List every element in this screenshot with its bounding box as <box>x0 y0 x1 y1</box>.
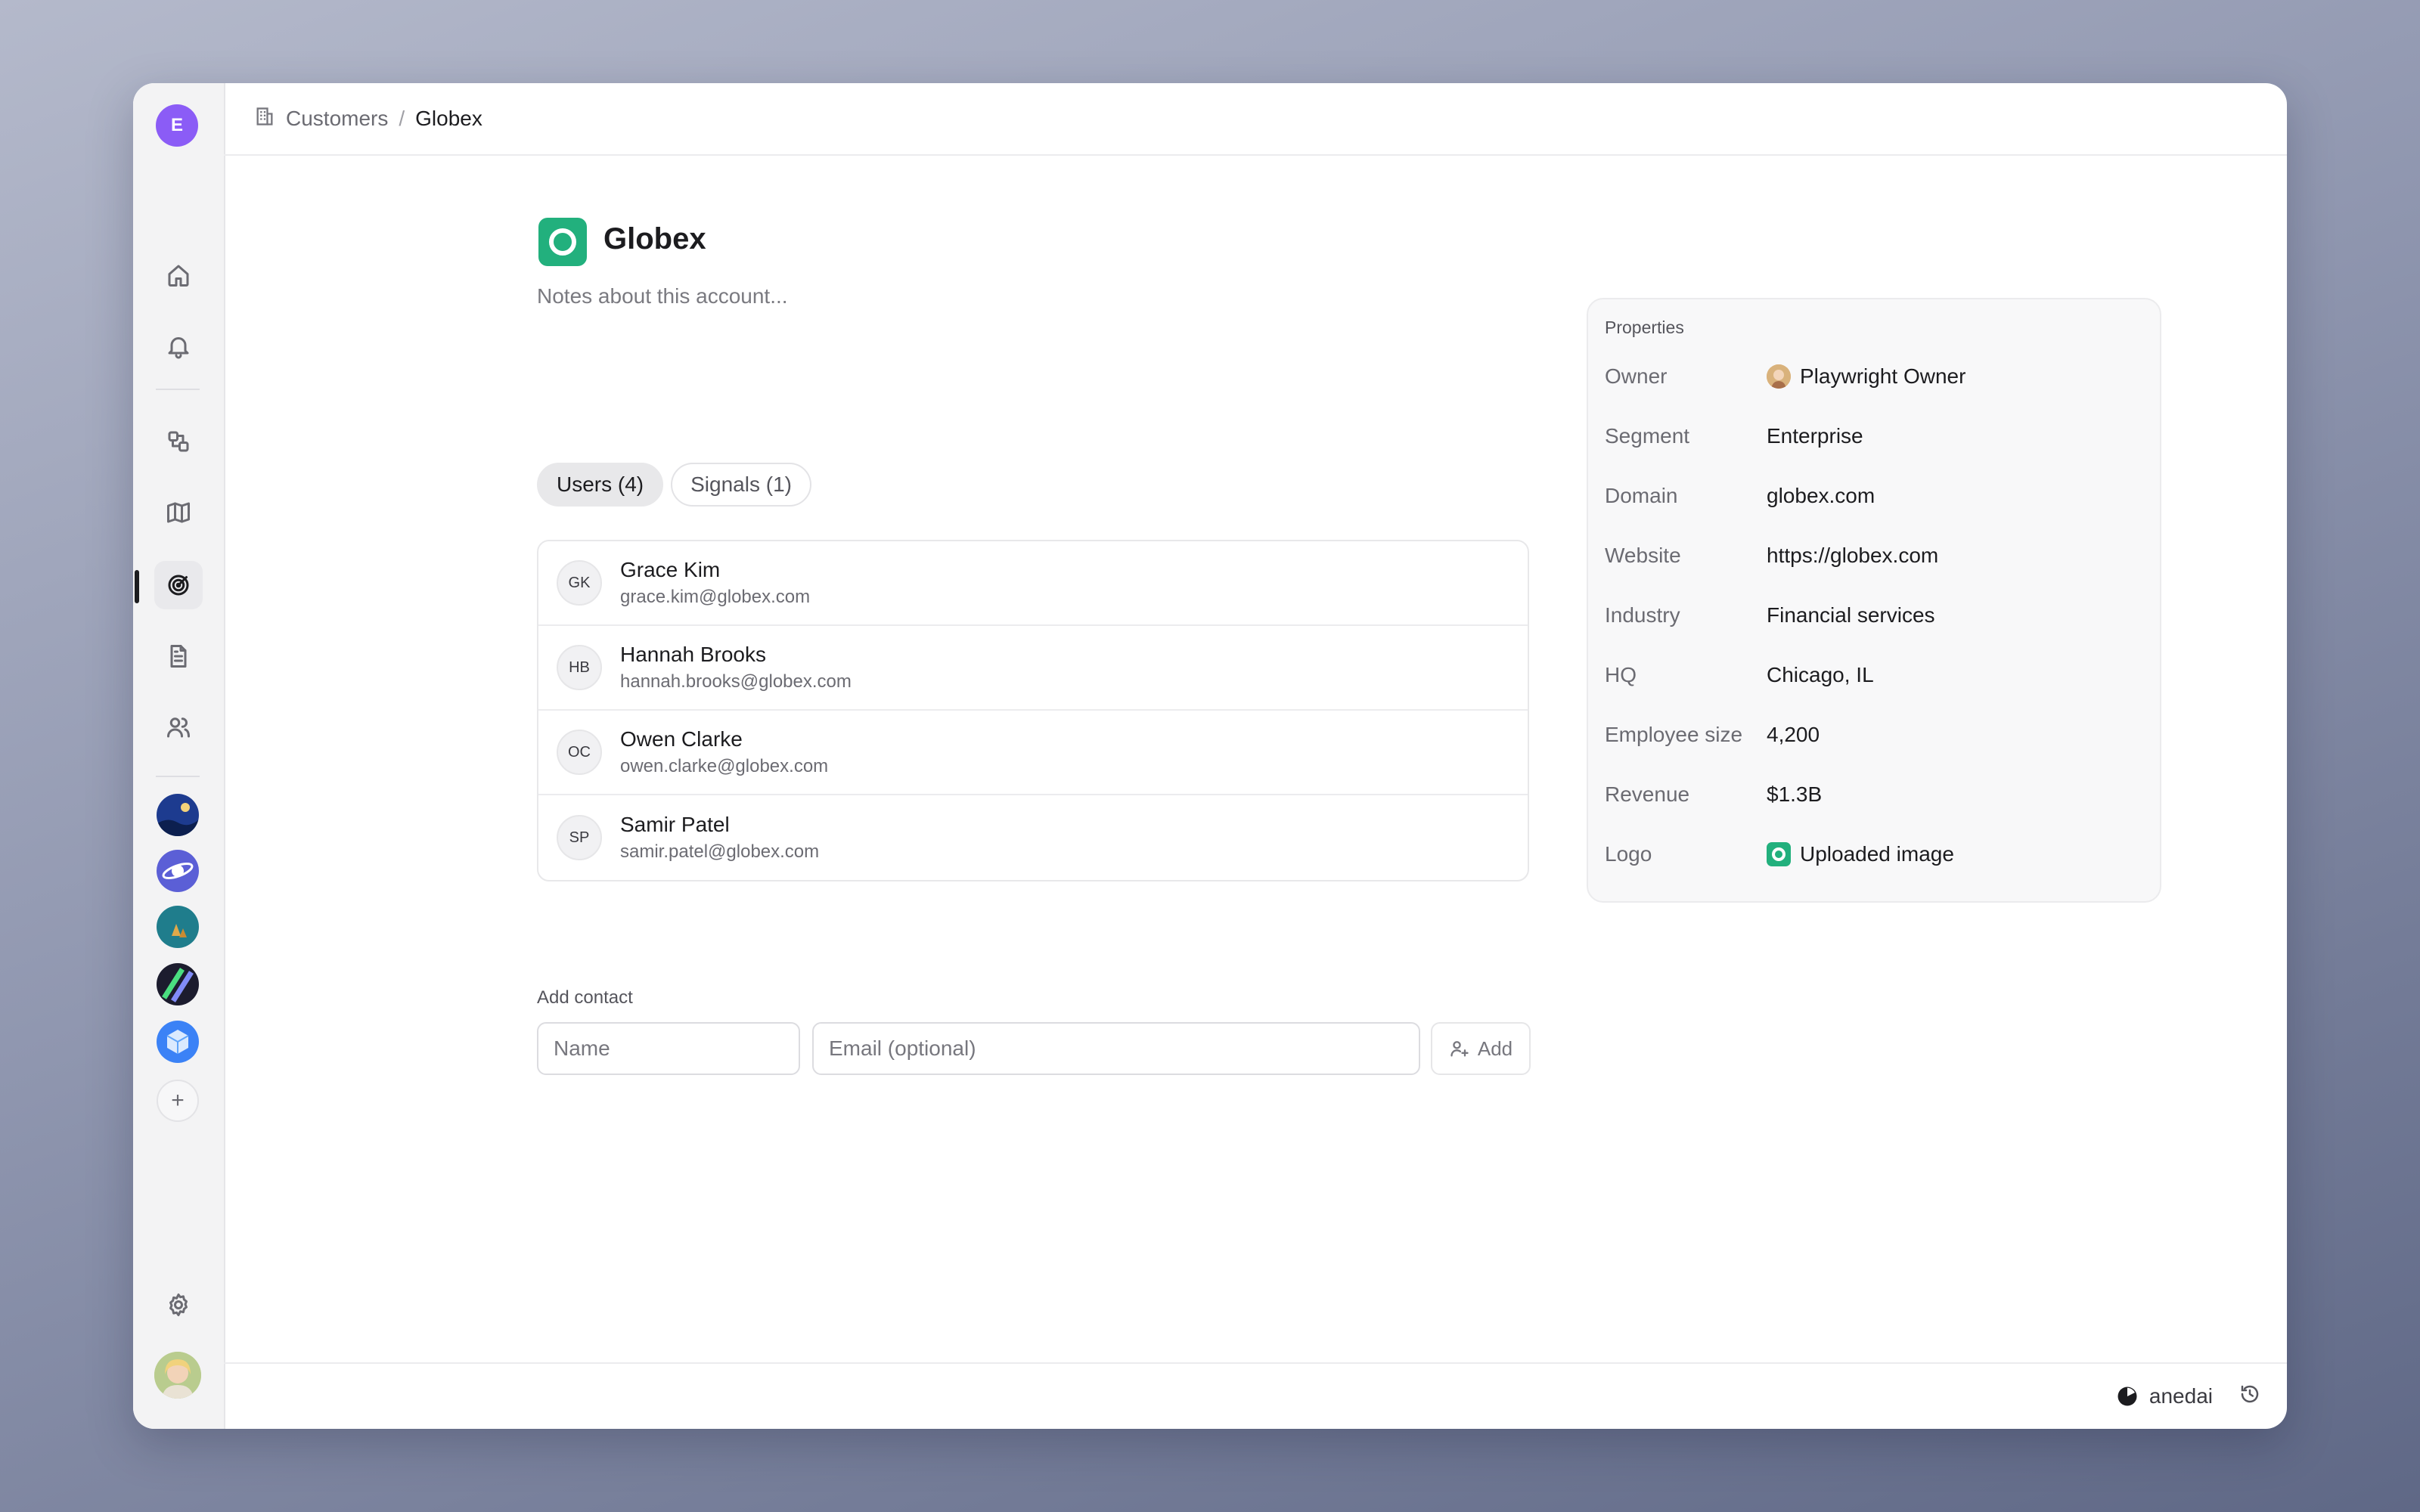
avatar: SP <box>557 815 602 860</box>
rail-divider <box>156 389 200 390</box>
property-value: Financial services <box>1767 603 1935 627</box>
page-title[interactable]: Globex <box>603 222 706 256</box>
rail-divider <box>156 776 200 777</box>
app-window: E + Customers / Globex Globex Notes abou… <box>133 83 2287 1429</box>
list-item[interactable]: OC Owen Clarke owen.clarke@globex.com <box>538 711 1528 795</box>
history-icon[interactable] <box>2238 1383 2261 1411</box>
property-key: HQ <box>1605 663 1637 686</box>
user-name: Grace Kim <box>620 558 721 581</box>
footer-user[interactable]: anedai <box>2116 1384 2213 1408</box>
map-icon[interactable] <box>154 488 203 537</box>
home-icon[interactable] <box>154 251 203 299</box>
contact-email-input[interactable] <box>812 1022 1420 1075</box>
property-key: Employee size <box>1605 723 1743 746</box>
property-segment[interactable]: Segment Enterprise <box>1605 421 1863 451</box>
tab-signals[interactable]: Signals (1) <box>671 463 811 507</box>
property-value: https://globex.com <box>1767 544 1939 567</box>
bell-icon[interactable] <box>154 322 203 370</box>
breadcrumb-customers-link[interactable]: Customers <box>286 107 388 131</box>
user-email: owen.clarke@globex.com <box>620 756 829 776</box>
user-email: samir.patel@globex.com <box>620 841 820 862</box>
avatar: OC <box>557 730 602 775</box>
property-key: Industry <box>1605 603 1680 627</box>
user-avatar[interactable] <box>154 1352 201 1399</box>
user-email: hannah.brooks@globex.com <box>620 671 852 692</box>
user-name: Hannah Brooks <box>620 643 767 666</box>
property-value: 4,200 <box>1767 723 1820 746</box>
footer-username: anedai <box>2149 1384 2213 1408</box>
workspace-avatar[interactable]: E <box>156 104 198 147</box>
main-content: Globex Notes about this account... Users… <box>224 156 2287 1364</box>
account-logo <box>538 218 587 266</box>
owner-avatar <box>1767 364 1791 389</box>
add-workspace-button[interactable]: + <box>157 1080 199 1122</box>
property-value: $1.3B <box>1767 782 1823 806</box>
user-email: grace.kim@globex.com <box>620 587 811 607</box>
sidebar-rail: E + <box>133 83 225 1429</box>
property-hq[interactable]: HQ Chicago, IL <box>1605 660 1874 690</box>
property-website[interactable]: Website https://globex.com <box>1605 541 1938 571</box>
account-notes-field[interactable]: Notes about this account... <box>537 284 788 308</box>
property-key: Website <box>1605 544 1681 567</box>
property-value: Playwright Owner <box>1800 364 1966 388</box>
logo-thumbnail <box>1767 842 1791 866</box>
breadcrumb-current: Globex <box>415 107 482 130</box>
contact-name-input[interactable] <box>537 1022 800 1075</box>
property-key: Logo <box>1605 842 1652 866</box>
property-value: globex.com <box>1767 484 1876 507</box>
active-nav-indicator <box>135 570 139 603</box>
property-key: Revenue <box>1605 782 1690 806</box>
shapes-icon[interactable] <box>154 417 203 466</box>
gear-icon[interactable] <box>154 1281 203 1329</box>
property-owner[interactable]: Owner Playwright Owner <box>1605 361 1965 392</box>
pie-icon <box>2118 1387 2137 1406</box>
property-value: Enterprise <box>1767 424 1863 448</box>
list-item[interactable]: SP Samir Patel samir.patel@globex.com <box>538 795 1528 880</box>
tab-users[interactable]: Users (4) <box>537 463 664 507</box>
workspace-app-forest-icon[interactable] <box>157 906 199 948</box>
user-plus-icon <box>1450 1041 1469 1057</box>
workspace-app-stripes-icon[interactable] <box>157 963 199 1005</box>
add-contact-button[interactable]: Add <box>1431 1022 1531 1075</box>
user-name: Samir Patel <box>620 813 730 836</box>
building-icon <box>254 106 275 132</box>
property-key: Segment <box>1605 424 1690 448</box>
property-value: Chicago, IL <box>1767 663 1874 686</box>
add-contact-label: Add contact <box>537 987 633 1008</box>
workspace-app-cube-icon[interactable] <box>157 1021 199 1063</box>
add-contact-button-label: Add <box>1477 1036 1513 1060</box>
tab-bar: Users (4) Signals (1) <box>537 463 811 507</box>
avatar: HB <box>557 645 602 690</box>
properties-panel: Properties Owner Playwright Owner Segmen… <box>1587 298 2161 903</box>
property-key: Domain <box>1605 484 1678 507</box>
properties-title: Properties <box>1605 318 1684 337</box>
users-icon[interactable] <box>154 703 203 751</box>
property-key: Owner <box>1605 364 1668 388</box>
list-item[interactable]: GK Grace Kim grace.kim@globex.com <box>538 541 1528 626</box>
list-item[interactable]: HB Hannah Brooks hannah.brooks@globex.co… <box>538 626 1528 711</box>
workspace-app-planet-icon[interactable] <box>157 850 199 892</box>
property-logo[interactable]: Logo Uploaded image <box>1605 839 1954 869</box>
document-icon[interactable] <box>154 632 203 680</box>
property-domain[interactable]: Domain globex.com <box>1605 481 1875 511</box>
avatar: GK <box>557 560 602 606</box>
user-name: Owen Clarke <box>620 727 743 751</box>
property-revenue[interactable]: Revenue $1.3B <box>1605 779 1822 810</box>
breadcrumb: Customers / Globex <box>224 83 2287 156</box>
users-list: GK Grace Kim grace.kim@globex.com HB Han… <box>537 540 1529 881</box>
workspace-app-night-icon[interactable] <box>157 794 199 836</box>
target-icon[interactable] <box>154 561 203 609</box>
footer-bar: anedai <box>224 1362 2287 1429</box>
property-industry[interactable]: Industry Financial services <box>1605 600 1935 631</box>
breadcrumb-separator: / <box>399 107 405 130</box>
property-employee-size[interactable]: Employee size 4,200 <box>1605 720 1820 750</box>
property-value: Uploaded image <box>1800 842 1954 866</box>
